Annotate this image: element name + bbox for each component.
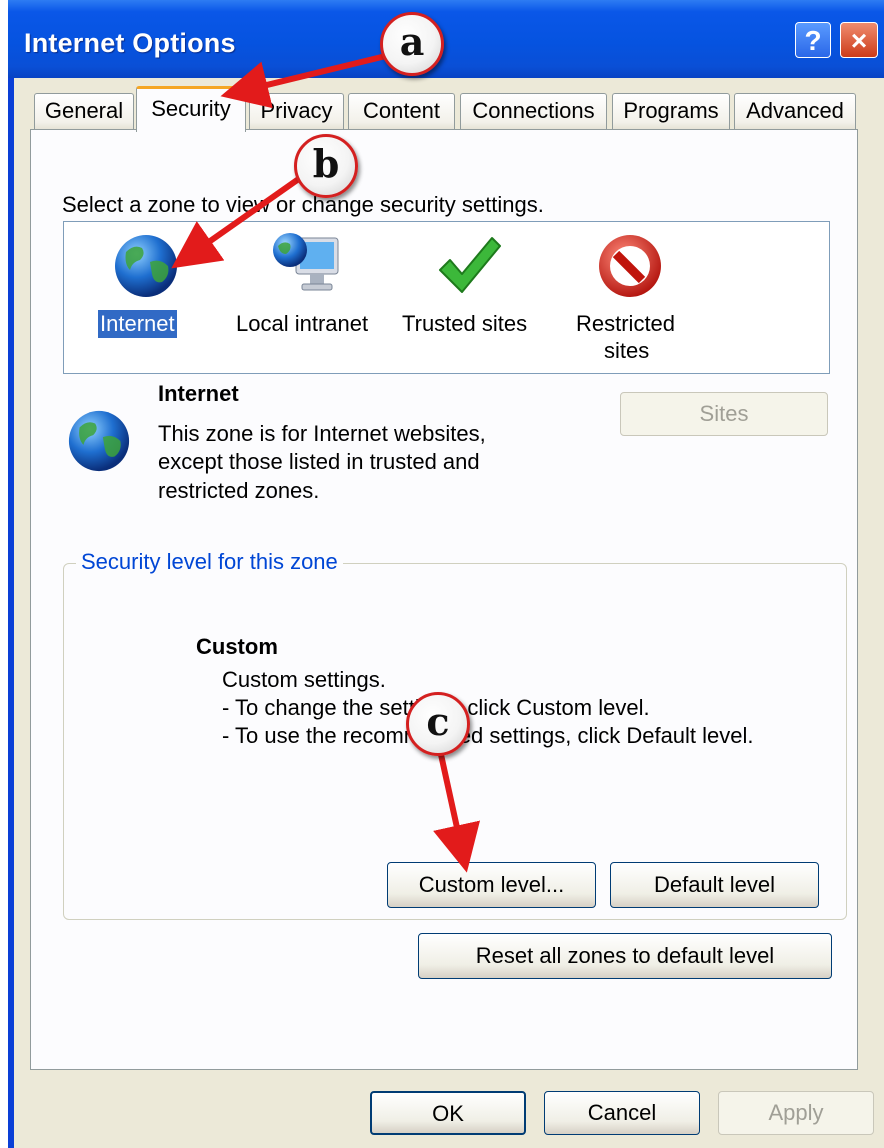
annotation-arrow-a [220,53,387,109]
annotation-arrows [171,53,481,873]
annotation-arrow-c [433,749,481,873]
annotation-marker-c: c [406,692,470,756]
annotation-marker-a: a [380,12,444,76]
annotation-marker-b: b [294,134,358,198]
annotation-arrow-b [171,175,302,269]
